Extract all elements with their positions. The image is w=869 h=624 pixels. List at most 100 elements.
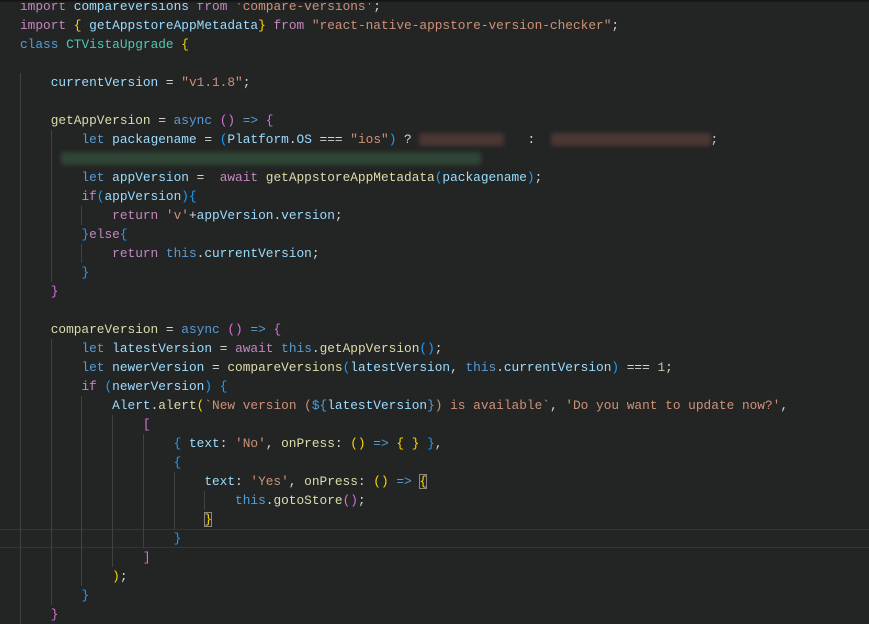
code-token: import [20,18,67,33]
code-token: ) [526,170,535,185]
code-token: { [119,227,128,242]
code-token: ) is available` [434,398,550,413]
code-line[interactable]: [ [0,415,869,434]
redacted-text [550,133,711,147]
indent-guide [20,73,21,624]
code-line[interactable]: if (newerVersion) { [0,377,869,396]
indent-guide [142,434,144,548]
code-line[interactable]: class CTVistaUpgrade { [0,35,869,54]
code-token: = [204,360,228,375]
code-token: ] [142,550,151,565]
code-token: + [188,208,197,223]
code-token: , [434,436,443,451]
code-token: this [235,493,266,508]
code-line[interactable]: getAppVersion = async () => { [0,111,869,130]
code-token: ) [204,379,213,394]
code-token: } [427,398,435,413]
code-token: () [219,113,236,128]
indent-guide [81,206,83,225]
code-token: ; [434,341,443,356]
code-token: let [81,341,105,356]
code-editor[interactable]: import compareVersions from 'compare-ver… [0,0,869,624]
code-token: } [50,607,59,622]
code-token: CTVistaUpgrade [66,37,174,52]
code-token: } [81,588,90,603]
code-token: alert [158,398,197,413]
code-line[interactable]: text: 'Yes', onPress: () => { [0,472,869,491]
code-token: OS [296,132,312,147]
indent-guide [112,415,114,567]
code-token: latestVersion [112,341,213,356]
code-line[interactable] [0,149,869,168]
code-token: . [273,208,282,223]
code-token: packagename [442,170,527,185]
code-token: let [81,170,105,185]
code-token: currentVersion [50,75,159,90]
code-line[interactable]: let appVersion = await getAppstoreAppMet… [0,168,869,187]
code-token: { [273,322,282,337]
code-line[interactable]: } [0,510,869,529]
code-token: { [419,474,428,489]
code-line[interactable]: } [0,282,869,301]
code-line[interactable] [0,301,869,320]
code-token: , [450,360,466,375]
code-line[interactable]: Alert.alert(`New version (${latestVersio… [0,396,869,415]
code-token: () [419,341,435,356]
code-line[interactable]: compareVersion = async () => { [0,320,869,339]
code-token: return [112,208,159,223]
code-line[interactable] [0,92,869,111]
indent-guide [81,244,83,263]
code-token: = [158,322,182,337]
code-line[interactable]: let packagename = (Platform.OS === "ios"… [0,130,869,149]
code-line[interactable]: }else{ [0,225,869,244]
code-token: , [288,474,305,489]
code-line[interactable]: return this.currentVersion; [0,244,869,263]
code-token: => [250,322,266,337]
code-token: this [281,341,312,356]
code-line[interactable]: { [0,453,869,472]
code-token: await [235,341,274,356]
code-token: ) [611,360,620,375]
code-token: = [196,132,220,147]
code-token: this [465,360,497,375]
code-token: { [265,113,274,128]
code-line[interactable]: currentVersion = "v1.1.8"; [0,73,869,92]
code-line[interactable]: ] [0,548,869,567]
code-line[interactable]: this.gotoStore(); [0,491,869,510]
code-line[interactable]: ); [0,567,869,586]
code-token: onPress [304,474,358,489]
code-token: } [81,227,90,242]
indent-guide [81,396,83,586]
code-token: latestVersion [350,360,451,375]
code-line[interactable]: let latestVersion = await this.getAppVer… [0,339,869,358]
code-line[interactable]: { text: 'No', onPress: () => { } }, [0,434,869,453]
code-line[interactable] [0,54,869,73]
code-line[interactable]: return 'v'+appVersion.version; [0,206,869,225]
code-token: } [427,436,435,451]
code-token: ; [665,360,673,375]
code-token: if [81,379,97,394]
code-line[interactable]: import { getAppstoreAppMetadata} from "r… [0,16,869,35]
code-line[interactable]: } [0,586,869,605]
code-line[interactable]: let newerVersion = compareVersions(lates… [0,358,869,377]
code-line[interactable]: } [0,263,869,282]
code-line[interactable]: } [0,529,869,548]
code-line[interactable]: if(appVersion){ [0,187,869,206]
code-token: ; [334,208,343,223]
code-token: } [81,265,90,280]
code-token: ${ [311,398,328,413]
code-line[interactable]: } [0,605,869,624]
code-token: class [20,37,59,52]
code-token: === [619,360,658,375]
code-token: currentVersion [204,246,312,261]
code-token: `New version ( [204,398,312,413]
code-token: "v1.1.8" [181,75,243,90]
code-token: = [212,341,236,356]
